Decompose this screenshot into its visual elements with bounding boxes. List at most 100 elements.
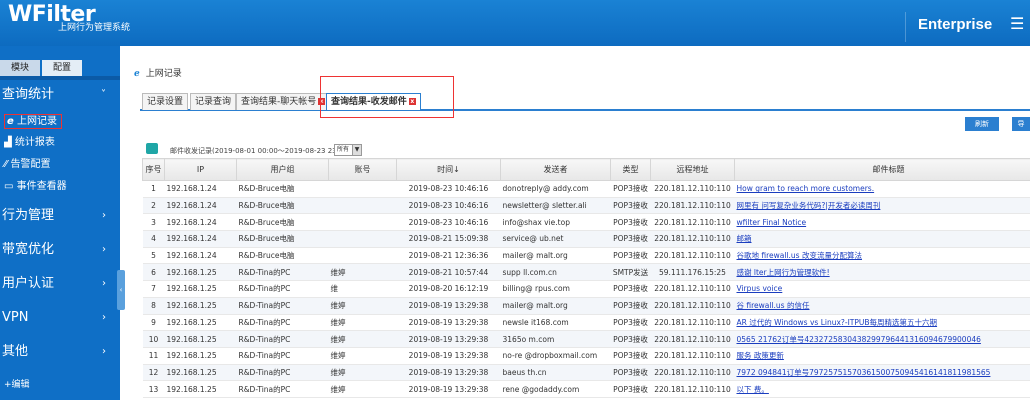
column-header[interactable]: 发送者 <box>500 158 611 181</box>
table-row[interactable]: 13 192.168.1.25 R&D-Tina的PC 维婷 2019-08-19 13… <box>142 380 1030 398</box>
table-row[interactable]: 10 192.168.1.25 R&D-Tina的PC 维婷 2019-08-19 13… <box>142 330 1030 348</box>
tab-chat-accounts[interactable]: 查询结果-聊天帐号 x <box>236 93 331 110</box>
column-header[interactable]: 账号 <box>328 158 397 181</box>
nav-group-bandwidth[interactable]: 带宽优化 › <box>0 235 120 265</box>
export-button[interactable]: 导 <box>1012 117 1030 131</box>
table-row[interactable]: 5 192.168.1.24 R&D-Bruce电脑 2019-08-21 12:36… <box>142 247 1030 265</box>
breadcrumb-label: 上网记录 <box>145 69 182 79</box>
column-header[interactable]: 时间↓ <box>396 158 501 181</box>
email-subject-link[interactable]: 0565 21762订单号423272583043829979644131609… <box>737 335 981 344</box>
table-cell: 维婷 <box>328 263 397 282</box>
table-cell[interactable]: 感谢 lter上网行为管理软件! <box>734 263 1030 282</box>
column-header[interactable]: 邮件标题 <box>734 158 1030 181</box>
table-cell[interactable]: 服务 政策更新 <box>734 347 1030 365</box>
table-row[interactable]: 8 192.168.1.25 R&D-Tina的PC 维婷 2019-08-19 13:… <box>142 297 1030 315</box>
table-cell: 2019-08-21 12:36:36 <box>396 247 501 265</box>
table-cell: 12 <box>142 364 165 382</box>
table-cell: 维婷 <box>328 347 397 365</box>
email-subject-link[interactable]: How gram to reach more customers. <box>737 184 875 193</box>
table-row[interactable]: 9 192.168.1.25 R&D-Tina的PC 维婷 2019-08-19 13:… <box>142 314 1030 332</box>
table-cell[interactable]: 0565 21762订单号423272583043829979644131609… <box>734 330 1030 348</box>
email-subject-link[interactable]: 谷歌地 firewall.us 改变流量分配算法 <box>737 251 862 260</box>
nav-group-vpn[interactable]: VPN › <box>0 303 120 333</box>
table-cell: SMTP发送 <box>610 263 651 282</box>
email-subject-link[interactable]: 感谢 lter上网行为管理软件! <box>737 268 830 277</box>
table-cell: R&D-Tina的PC <box>236 347 329 365</box>
table-row[interactable]: 2 192.168.1.24 R&D-Bruce电脑 2019-08-23 10:46… <box>142 197 1030 215</box>
refresh-button[interactable]: 刷新 <box>965 117 999 131</box>
table-cell[interactable]: 邮箱 <box>734 230 1030 248</box>
filter-select[interactable]: 所有 ▼ <box>334 144 362 156</box>
table-cell[interactable]: wfilter Final Notice <box>734 213 1030 232</box>
table-cell[interactable]: 网里有 问写复杂业务代码?|开发者必读周刊 <box>734 197 1030 215</box>
email-subject-link[interactable]: 以下 费。 <box>737 385 769 394</box>
column-header[interactable]: IP <box>164 158 237 181</box>
table-cell[interactable]: AR 过代的 Windows vs Linux?-ITPUB每周精选第五十六期 <box>734 314 1030 332</box>
table-cell: 4 <box>142 230 165 248</box>
nav-group-other[interactable]: 其他 › <box>0 337 120 367</box>
table-cell: 192.168.1.25 <box>164 297 237 315</box>
sidebar-tab-modules[interactable]: 模块 <box>0 60 40 76</box>
column-header[interactable]: 用户组 <box>236 158 329 181</box>
nav-group-behavior-mgmt[interactable]: 行为管理 › <box>0 201 120 231</box>
column-header[interactable]: 远程地址 <box>650 158 735 181</box>
nav-group-query-stats[interactable]: 查询统计 ˅ <box>0 80 120 110</box>
hamburger-icon[interactable]: ☰ <box>1010 14 1024 33</box>
table-cell: R&D-Tina的PC <box>236 380 329 398</box>
email-subject-link[interactable]: 谷 firewall.us 的信任 <box>737 301 810 310</box>
table-cell: 1 <box>142 180 165 198</box>
email-subject-link[interactable]: Virpus voice <box>737 284 783 293</box>
sidebar-item-label: 告警配置 <box>10 159 51 170</box>
table-cell: 220.181.12.110:110 <box>650 314 735 332</box>
table-cell: 192.168.1.25 <box>164 314 237 332</box>
table-cell: 192.168.1.25 <box>164 380 237 398</box>
email-subject-link[interactable]: 网里有 问写复杂业务代码?|开发者必读周刊 <box>737 201 881 210</box>
table-cell[interactable]: 7972 094841订单号79725751570361500750945416… <box>734 364 1030 382</box>
table-cell: 7 <box>142 280 165 298</box>
web-icon: e <box>7 116 14 127</box>
chevron-down-icon: ˅ <box>101 89 106 100</box>
table-cell: 3 <box>142 213 165 232</box>
sidebar-item-event-viewer[interactable]: ▭ 事件查看器 <box>0 177 120 197</box>
sidebar-tab-config[interactable]: 配置 <box>42 60 82 76</box>
table-row[interactable]: 11 192.168.1.25 R&D-Tina的PC 维婷 2019-08-19 13… <box>142 347 1030 365</box>
table-cell: 192.168.1.24 <box>164 247 237 265</box>
table-cell: 2019-08-21 10:57:44 <box>396 263 501 282</box>
nav-group-user-auth[interactable]: 用户认证 › <box>0 269 120 299</box>
table-cell: mailer@ malt.org <box>500 297 611 315</box>
table-cell[interactable]: 谷歌地 firewall.us 改变流量分配算法 <box>734 247 1030 265</box>
email-subject-link[interactable]: 7972 094841订单号79725751570361500750945416… <box>737 368 991 377</box>
table-cell[interactable]: 以下 费。 <box>734 380 1030 398</box>
table-cell[interactable]: 谷 firewall.us 的信任 <box>734 297 1030 315</box>
sidebar-item-alert-config[interactable]: ⁄⁄ 告警配置 <box>0 155 120 175</box>
table-row[interactable]: 12 192.168.1.25 R&D-Tina的PC 维婷 2019-08-19 13… <box>142 364 1030 382</box>
table-row[interactable]: 3 192.168.1.24 R&D-Bruce电脑 2019-08-23 10:46… <box>142 213 1030 232</box>
tab-record-query[interactable]: 记录查询 <box>190 93 237 110</box>
table-cell: baeus th.cn <box>500 364 611 382</box>
email-subject-link[interactable]: 服务 政策更新 <box>737 351 784 360</box>
table-cell: 2019-08-23 10:46:16 <box>396 213 501 232</box>
email-subject-link[interactable]: wfilter Final Notice <box>737 218 807 227</box>
table-row[interactable]: 4 192.168.1.24 R&D-Bruce电脑 2019-08-21 15:09… <box>142 230 1030 248</box>
table-row[interactable]: 7 192.168.1.25 R&D-Tina的PC 维 2019-08-20 16:1… <box>142 280 1030 298</box>
sidebar-item-stats-report[interactable]: ▟ 统计报表 <box>0 133 120 153</box>
sidebar-item-label: 统计报表 <box>14 137 55 148</box>
table-cell: R&D-Bruce电脑 <box>236 213 329 232</box>
column-header[interactable]: 序号 <box>142 158 165 181</box>
table-row[interactable]: 1 192.168.1.24 R&D-Bruce电脑 2019-08-23 10:46… <box>142 180 1030 198</box>
sidebar-collapse-handle[interactable]: ‹ <box>117 270 125 310</box>
sidebar-item-web-records[interactable]: e 上网记录 <box>0 112 120 132</box>
email-subject-link[interactable]: AR 过代的 Windows vs Linux?-ITPUB每周精选第五十六期 <box>737 318 938 327</box>
table-cell[interactable]: How gram to reach more customers. <box>734 180 1030 198</box>
table-cell: POP3接收 <box>610 180 651 198</box>
email-subject-link[interactable]: 邮箱 <box>737 234 752 243</box>
nav-group-label: 带宽优化 <box>2 242 55 257</box>
tab-record-settings[interactable]: 记录设置 <box>142 93 189 110</box>
nav-group-label: VPN <box>2 310 29 325</box>
table-cell: 5 <box>142 247 165 265</box>
table-row[interactable]: 6 192.168.1.25 R&D-Tina的PC 维婷 2019-08-21 10:… <box>142 263 1030 282</box>
table-cell[interactable]: Virpus voice <box>734 280 1030 298</box>
table-cell: R&D-Tina的PC <box>236 364 329 382</box>
edit-link[interactable]: +编辑 <box>4 377 30 390</box>
column-header[interactable]: 类型 <box>610 158 651 181</box>
